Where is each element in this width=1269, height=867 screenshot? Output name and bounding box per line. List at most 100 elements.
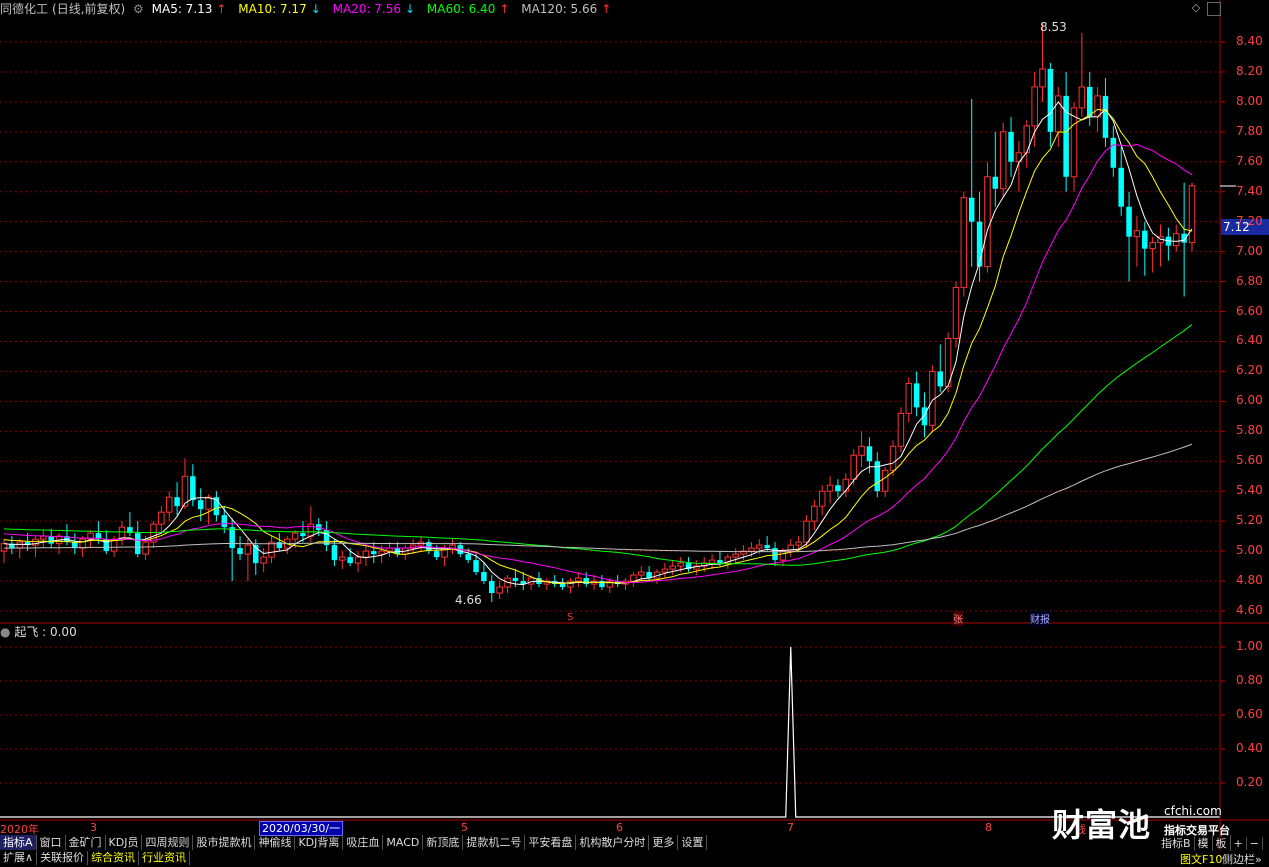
settings-icon[interactable]: ⚙ (133, 2, 144, 16)
low-annotation: 4.66 (455, 593, 482, 607)
high-annotation: 8.53 (1040, 20, 1067, 34)
candle-body (354, 556, 362, 564)
candle-body (818, 490, 826, 507)
candle-body (300, 533, 306, 537)
signal-marker-s: S (567, 612, 574, 623)
candle-body (732, 553, 739, 558)
event-marker-zhang[interactable]: 张 (953, 611, 963, 626)
candle-body (158, 511, 165, 525)
candle-body (881, 469, 889, 492)
ma10-line (3, 108, 1193, 585)
candle-body (473, 560, 479, 573)
watermark-sub: 指标交易平台 (1164, 824, 1230, 837)
candle-body (677, 562, 684, 567)
tab-1[interactable]: 窗口 (37, 835, 66, 850)
tab-0[interactable]: 指标A (0, 835, 37, 850)
candle-body (764, 545, 770, 549)
candle-body (165, 496, 173, 513)
candle-body (960, 197, 968, 289)
related-quotes-button[interactable]: 关联报价 (37, 851, 89, 865)
right-tab-3[interactable]: + (1231, 837, 1247, 850)
candle-body (347, 557, 353, 564)
candle-body (307, 523, 315, 537)
candle-body (661, 568, 669, 573)
date-m5: 5 (461, 821, 468, 834)
candle-body (1102, 95, 1109, 138)
ma10-label: MA10: 7.17 ↓ (238, 2, 321, 16)
candle-body (795, 541, 802, 546)
candle-body (134, 533, 141, 555)
price-axis-label: 5.40 (1236, 483, 1263, 498)
news-button[interactable]: 综合资讯 (88, 851, 140, 865)
tab-11[interactable]: 提款机二号 (463, 835, 526, 850)
price-axis-label: 5.60 (1236, 453, 1263, 468)
price-axis-label: 6.60 (1236, 303, 1263, 318)
tab-2[interactable]: 金矿门 (66, 835, 106, 850)
panel-icon[interactable] (1207, 2, 1221, 16)
right-tab-4[interactable]: − (1247, 837, 1263, 850)
tab-4[interactable]: 四周规则 (142, 835, 194, 850)
period-label: (日线,前复权) (52, 2, 126, 16)
industry-news-button[interactable]: 行业资讯 (139, 851, 191, 865)
candle-body (866, 446, 873, 462)
candle-body (889, 445, 897, 471)
candle-body (968, 197, 975, 222)
candle-body (835, 485, 841, 492)
tab-7[interactable]: KDJ背离 (295, 835, 344, 850)
sub-axis-label: 0.20 (1236, 775, 1263, 789)
diamond-icon[interactable]: ◇ (1190, 2, 1202, 14)
tab-9[interactable]: MACD (383, 835, 424, 850)
candle-body (205, 496, 212, 510)
date-m8: 8 (985, 821, 992, 834)
candle-body (378, 550, 385, 555)
tab-14[interactable]: 更多 (649, 835, 679, 850)
date-m3: 3 (90, 821, 97, 834)
tab-13[interactable]: 机构散户分时 (576, 835, 650, 850)
candle-body (1070, 107, 1078, 178)
candle-body (850, 454, 857, 480)
ma60-line (3, 324, 1193, 566)
event-marker-caibao[interactable]: 财报 (1030, 611, 1050, 626)
candle-body (1094, 95, 1101, 118)
candle-body (16, 541, 23, 549)
candle-body (331, 545, 338, 561)
tab-12[interactable]: 平安看盘 (525, 835, 577, 850)
price-axis-label: 8.40 (1236, 34, 1263, 48)
sub-settings-icon[interactable]: ● (0, 625, 10, 639)
candle-body (999, 131, 1007, 190)
candle-body (221, 515, 228, 528)
price-axis-label: 7.20 (1236, 213, 1263, 228)
candle-body (1126, 206, 1132, 237)
tab-5[interactable]: 股市提款机 (193, 835, 256, 850)
sub-axis-label: 0.40 (1236, 741, 1263, 755)
candle-body (40, 535, 47, 540)
candle-body (921, 407, 928, 426)
tab-15[interactable]: 设置 (678, 835, 708, 850)
indicator-tabbar: 指标A 窗口 金矿门 KDJ员 四周规则 股市提款机 神偷线 KDJ背离 吸庄血 MACD 新顶底提… (0, 835, 708, 850)
candle-body (0, 543, 8, 552)
candle-body (748, 547, 755, 552)
tab-8[interactable]: 吸庄血 (343, 835, 384, 850)
price-axis-label: 4.80 (1236, 573, 1263, 588)
stock-title: 同德化工 (0, 2, 49, 16)
date-m7: 7 (787, 821, 794, 834)
kline-chart[interactable] (0, 0, 1269, 865)
candle-body (197, 500, 204, 510)
candle-body (1078, 86, 1086, 109)
tab-3[interactable]: KDJ员 (106, 835, 143, 850)
candle-body (339, 556, 346, 561)
candle-body (630, 574, 637, 582)
candle-body (976, 221, 983, 267)
price-axis-label: 8.20 (1236, 63, 1263, 78)
tab-6[interactable]: 神偷线 (255, 835, 296, 850)
price-axis-label: 7.80 (1236, 123, 1263, 138)
candle-body (669, 565, 676, 570)
sub-chart-header: ● 起飞 : 0.00 (0, 625, 77, 639)
candle-body (811, 505, 818, 522)
expand-button[interactable]: 扩展∧ (0, 851, 38, 865)
tab-10[interactable]: 新顶底 (423, 835, 464, 850)
candle-body (229, 527, 235, 549)
price-axis-label: 6.40 (1236, 333, 1263, 348)
price-axis-label: 7.40 (1236, 183, 1263, 198)
price-axis-label: 7.60 (1236, 153, 1263, 168)
